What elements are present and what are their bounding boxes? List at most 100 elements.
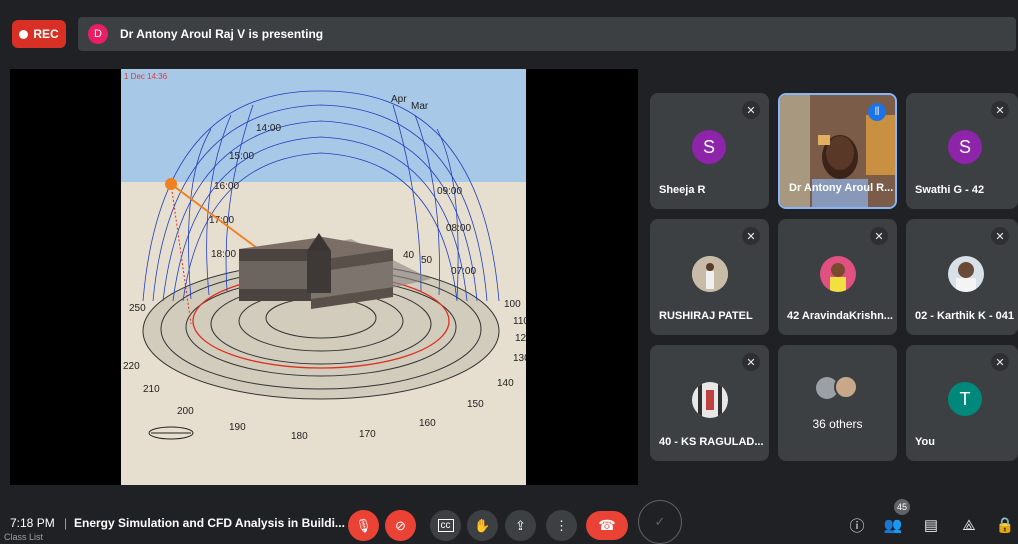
more-options-icon: ⋮ — [555, 517, 568, 533]
chat-icon[interactable]: ▤ — [920, 514, 942, 536]
participant-tile-presenter[interactable]: ⦀ Dr Antony Aroul R... — [778, 93, 897, 209]
mic-off-icon: ✕ — [991, 101, 1009, 119]
captions-button[interactable]: cc — [430, 510, 461, 541]
leave-call-button[interactable]: ☎ — [586, 511, 628, 540]
azimuth-110: 110 — [513, 316, 526, 327]
activities-icon[interactable]: ⟁ — [958, 514, 980, 536]
mic-off-icon: ✕ — [742, 101, 760, 119]
azimuth-100: 100 — [504, 299, 521, 310]
slide-timestamp: 1 Dec 14:36 — [124, 72, 168, 81]
participant-photo — [692, 256, 728, 292]
raise-hand-button[interactable]: ✋ — [467, 510, 498, 541]
participant-tile-karthik[interactable]: ✕ 02 - Karthik K - 041 — [906, 219, 1018, 335]
hour-label-09: 09:00 — [437, 186, 462, 197]
sun-marker — [165, 178, 177, 190]
participant-name: RUSHIRAJ PATEL — [659, 310, 753, 322]
participant-photo — [692, 382, 728, 418]
mic-off-icon: ✕ — [991, 353, 1009, 371]
azimuth-200: 200 — [177, 406, 194, 417]
month-label-mar: Mar — [411, 101, 429, 112]
participant-tile-sheeja[interactable]: ✕ S Sheeja R — [650, 93, 769, 209]
sky-area — [121, 69, 526, 182]
hangup-icon: ☎ — [598, 517, 616, 533]
captions-icon: cc — [437, 519, 454, 532]
participant-tile-swathi[interactable]: ✕ S Swathi G - 42 — [906, 93, 1018, 209]
sun-path-diagram: 1 Dec 14:36 Mar Apr 14:00 15:00 16:00 18… — [121, 69, 526, 485]
azimuth-250: 250 — [129, 303, 146, 314]
record-dot-icon — [19, 29, 29, 39]
presentation-slide: 1 Dec 14:36 Mar Apr 14:00 15:00 16:00 18… — [121, 69, 526, 485]
participant-avatar: S — [948, 130, 982, 164]
azimuth-160: 160 — [419, 418, 436, 429]
hour-label-17: 17:00 — [209, 215, 234, 226]
mic-off-icon: ✕ — [742, 353, 760, 371]
azimuth-130: 130 — [513, 353, 526, 364]
participant-photo — [820, 256, 856, 292]
azimuth-50: 50 — [421, 255, 433, 266]
participant-tile-others[interactable]: 36 others — [778, 345, 897, 461]
check-overlay-button[interactable]: ✓ — [638, 500, 682, 544]
mic-off-icon: ✕ — [742, 227, 760, 245]
hour-label-07: 07:00 — [451, 266, 476, 277]
participant-count-badge: 45 — [894, 499, 910, 515]
others-avatar-photo — [834, 375, 858, 399]
mic-off-icon: 🎙 — [355, 517, 372, 533]
hour-label-08: 08:00 — [446, 223, 471, 234]
azimuth-170: 170 — [359, 429, 376, 440]
presenting-text: Dr Antony Aroul Raj V is presenting — [120, 27, 324, 41]
azimuth-150: 150 — [467, 399, 484, 410]
azimuth-220: 220 — [123, 361, 140, 372]
participant-name: 42 AravindaKrishn... — [787, 310, 893, 322]
check-icon: ✓ — [654, 514, 666, 529]
participant-tile-ragulad[interactable]: ✕ 40 - KS RAGULAD... — [650, 345, 769, 461]
month-label-apr: Apr — [391, 94, 407, 105]
participant-tile-aravinda[interactable]: ✕ 42 AravindaKrishn... — [778, 219, 897, 335]
azimuth-120: 120 — [515, 333, 526, 344]
participant-avatar: S — [692, 130, 726, 164]
azimuth-180: 180 — [291, 431, 308, 442]
azimuth-40: 40 — [403, 250, 415, 261]
meet-window: REC D Dr Antony Aroul Raj V is presentin… — [0, 0, 1018, 544]
participant-tile-you[interactable]: ✕ T You — [906, 345, 1018, 461]
time-separator: | — [64, 516, 68, 530]
class-list-tab[interactable]: Class List — [4, 532, 43, 542]
presenting-banner: D Dr Antony Aroul Raj V is presenting — [78, 17, 1016, 51]
present-button[interactable]: ⇪ — [505, 510, 536, 541]
info-icon[interactable]: ⓘ — [846, 514, 868, 536]
top-bar: REC D Dr Antony Aroul Raj V is presentin… — [0, 0, 1018, 62]
more-options-button[interactable]: ⋮ — [546, 510, 577, 541]
participant-photo — [948, 256, 984, 292]
hour-label-16: 16:00 — [214, 181, 239, 192]
camera-off-icon: ⊘ — [395, 517, 406, 533]
mic-off-icon: ✕ — [991, 227, 1009, 245]
participant-avatar: T — [948, 382, 982, 416]
hour-label-15: 15:00 — [229, 151, 254, 162]
participant-name: Dr Antony Aroul R... — [789, 182, 894, 194]
azimuth-140: 140 — [497, 378, 514, 389]
raise-hand-icon: ✋ — [474, 517, 491, 533]
participant-name: 40 - KS RAGULAD... — [659, 436, 764, 448]
bottom-bar: 7:18 PM | Energy Simulation and CFD Anal… — [0, 494, 1018, 544]
meeting-time: 7:18 PM — [10, 516, 55, 530]
participant-name: 02 - Karthik K - 041 — [915, 310, 1015, 322]
host-controls-icon[interactable]: 🔒 — [994, 514, 1016, 536]
participant-tile-rushiraj[interactable]: ✕ RUSHIRAJ PATEL — [650, 219, 769, 335]
mic-off-icon: ✕ — [870, 227, 888, 245]
participant-name: Sheeja R — [659, 184, 706, 196]
participant-name: You — [915, 436, 935, 448]
meeting-title[interactable]: Energy Simulation and CFD Analysis in Bu… — [74, 516, 345, 530]
camera-toggle-button[interactable]: ⊘ — [385, 510, 416, 541]
presenter-avatar: D — [88, 24, 108, 44]
mic-toggle-button[interactable]: 🎙 — [348, 510, 379, 541]
rec-label: REC — [33, 27, 59, 41]
participant-name: Swathi G - 42 — [915, 184, 985, 196]
recording-badge[interactable]: REC — [12, 20, 66, 48]
speaking-indicator-icon: ⦀ — [868, 103, 886, 121]
others-count: 36 others — [812, 417, 863, 431]
azimuth-190: 190 — [229, 422, 246, 433]
hour-label-14: 14:00 — [256, 123, 281, 134]
azimuth-210: 210 — [143, 384, 160, 395]
hour-label-18: 18:00 — [211, 249, 236, 260]
people-icon[interactable]: 👥 — [882, 514, 904, 536]
present-icon: ⇪ — [515, 517, 526, 533]
